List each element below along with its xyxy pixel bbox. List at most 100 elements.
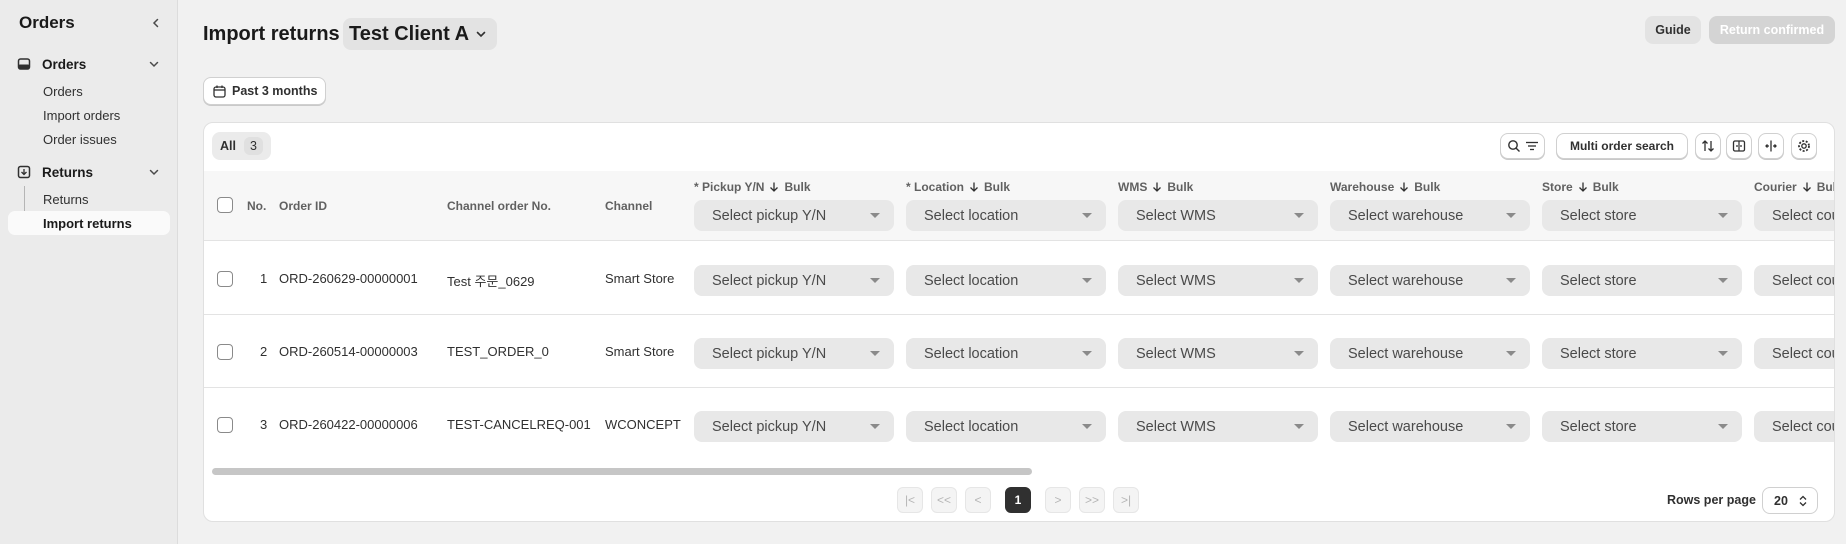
row-no: 1 xyxy=(260,271,268,286)
table-row[interactable]: 2 ORD-260514-00000003 TEST_ORDER_0 Smart… xyxy=(204,315,1834,388)
guide-button[interactable]: Guide xyxy=(1645,16,1701,44)
client-select[interactable]: Test Client A xyxy=(343,18,498,50)
arrow-down-icon[interactable] xyxy=(968,181,980,193)
rows-per-page-label: Rows per page xyxy=(1667,493,1756,507)
column-header-store: Store Bulk xyxy=(1542,180,1619,194)
sort-button[interactable] xyxy=(1695,133,1721,159)
column-header-wms: WMS Bulk xyxy=(1118,180,1193,194)
store-select[interactable]: Select store xyxy=(1542,338,1742,369)
warehouse-select[interactable]: Select warehouse xyxy=(1330,265,1530,296)
order-id: ORD-260629-00000001 xyxy=(279,271,418,286)
channel-order-no: TEST_ORDER_0 xyxy=(447,344,549,359)
bulk-label[interactable]: Bulk xyxy=(1414,180,1440,194)
courier-select[interactable]: Select courier xyxy=(1754,265,1834,296)
pickup-select[interactable]: Select pickup Y/N xyxy=(694,411,894,442)
select-placeholder: Select location xyxy=(924,418,1019,435)
select-placeholder: Select warehouse xyxy=(1348,272,1464,289)
first-page-button[interactable]: |< xyxy=(897,487,923,513)
sidebar-item-import-returns[interactable]: Import returns xyxy=(8,211,170,235)
row-no: 2 xyxy=(260,344,268,359)
chevron-down-icon[interactable] xyxy=(146,56,162,72)
warehouse-select[interactable]: Select warehouse xyxy=(1330,338,1530,369)
select-placeholder: Select courier xyxy=(1772,207,1834,224)
date-range-button[interactable]: Past 3 months xyxy=(203,77,326,105)
arrow-down-icon[interactable] xyxy=(1151,181,1163,193)
bulk-label[interactable]: Bulk xyxy=(1817,180,1834,194)
wms-select[interactable]: Select WMS xyxy=(1118,338,1318,369)
arrow-down-icon[interactable] xyxy=(1577,181,1589,193)
next-page-button[interactable]: > xyxy=(1045,487,1071,513)
sidebar-group-orders[interactable]: Orders xyxy=(8,52,170,76)
row-checkbox[interactable] xyxy=(217,271,233,287)
arrow-down-icon[interactable] xyxy=(1398,181,1410,193)
store-select[interactable]: Select store xyxy=(1542,411,1742,442)
select-placeholder: Select pickup Y/N xyxy=(712,418,827,435)
table-row[interactable]: 1 ORD-260629-00000001 Test 주문_0629 Smart… xyxy=(204,242,1834,315)
horizontal-scrollbar[interactable] xyxy=(212,468,1032,475)
sidebar-group-returns[interactable]: Returns xyxy=(8,160,170,184)
table-row[interactable]: 3 ORD-260422-00000006 TEST-CANCELREQ-001… xyxy=(204,388,1834,461)
wms-select[interactable]: Select WMS xyxy=(1118,265,1318,296)
returns-table-card: All 3 Multi order search No. Order ID Ch… xyxy=(203,122,1835,522)
bulk-warehouse-select[interactable]: Select warehouse xyxy=(1330,200,1530,231)
select-placeholder: Select location xyxy=(924,345,1019,362)
tab-all[interactable]: All 3 xyxy=(212,132,271,160)
channel: WCONCEPT xyxy=(605,417,681,432)
bulk-label[interactable]: Bulk xyxy=(1167,180,1193,194)
chevron-down-icon[interactable] xyxy=(146,164,162,180)
location-select[interactable]: Select location xyxy=(906,338,1106,369)
search-filter-button[interactable] xyxy=(1500,133,1545,159)
sidebar-item-orders[interactable]: Orders xyxy=(8,79,170,103)
arrow-down-icon[interactable] xyxy=(768,181,780,193)
bulk-label[interactable]: Bulk xyxy=(784,180,810,194)
bulk-location-select[interactable]: Select location xyxy=(906,200,1106,231)
next-many-button[interactable]: >> xyxy=(1079,487,1105,513)
select-placeholder: Select pickup Y/N xyxy=(712,207,827,224)
channel: Smart Store xyxy=(605,344,675,359)
pickup-select[interactable]: Select pickup Y/N xyxy=(694,338,894,369)
pickup-select[interactable]: Select pickup Y/N xyxy=(694,265,894,296)
prev-page-button[interactable]: < xyxy=(965,487,991,513)
current-page-button[interactable]: 1 xyxy=(1005,487,1031,513)
settings-button[interactable] xyxy=(1791,133,1817,159)
caret-down-icon xyxy=(1294,424,1304,429)
bulk-store-select[interactable]: Select store xyxy=(1542,200,1742,231)
pin-columns-icon xyxy=(1765,140,1777,152)
arrow-down-icon[interactable] xyxy=(1801,181,1813,193)
warehouse-select[interactable]: Select warehouse xyxy=(1330,411,1530,442)
chevron-updown-icon xyxy=(1799,495,1807,507)
select-all-checkbox[interactable] xyxy=(217,197,233,213)
location-select[interactable]: Select location xyxy=(906,265,1106,296)
row-checkbox[interactable] xyxy=(217,417,233,433)
caret-down-icon xyxy=(1718,351,1728,356)
wms-select[interactable]: Select WMS xyxy=(1118,411,1318,442)
prev-many-button[interactable]: << xyxy=(931,487,957,513)
collapse-sidebar-icon[interactable] xyxy=(147,14,165,32)
bulk-label[interactable]: Bulk xyxy=(984,180,1010,194)
rows-per-page-select[interactable]: 20 xyxy=(1762,487,1818,514)
bulk-wms-select[interactable]: Select WMS xyxy=(1118,200,1318,231)
multi-order-search-button[interactable]: Multi order search xyxy=(1556,133,1688,159)
caret-down-icon xyxy=(1506,424,1516,429)
caret-down-icon xyxy=(1082,213,1092,218)
store-select[interactable]: Select store xyxy=(1542,265,1742,296)
bulk-courier-select[interactable]: Select courier xyxy=(1754,200,1834,231)
caret-down-icon xyxy=(1082,351,1092,356)
select-placeholder: Select store xyxy=(1560,345,1637,362)
courier-select[interactable]: Select courier xyxy=(1754,411,1834,442)
row-checkbox[interactable] xyxy=(217,344,233,360)
bulk-label[interactable]: Bulk xyxy=(1593,180,1619,194)
freeze-columns-button[interactable] xyxy=(1758,133,1784,159)
last-page-button[interactable]: >| xyxy=(1113,487,1139,513)
location-select[interactable]: Select location xyxy=(906,411,1106,442)
return-confirmed-button[interactable]: Return confirmed xyxy=(1709,16,1835,44)
row-no: 3 xyxy=(260,417,268,432)
sidebar-item-order-issues[interactable]: Order issues xyxy=(8,127,170,151)
chevron-down-icon xyxy=(476,31,486,38)
sidebar-item-returns[interactable]: Returns xyxy=(8,187,170,211)
bulk-pickup-select[interactable]: Select pickup Y/N xyxy=(694,200,894,231)
column-width-button[interactable] xyxy=(1726,133,1752,159)
courier-select[interactable]: Select courier xyxy=(1754,338,1834,369)
sidebar-item-import-orders[interactable]: Import orders xyxy=(8,103,170,127)
column-resize-icon xyxy=(1732,140,1746,152)
